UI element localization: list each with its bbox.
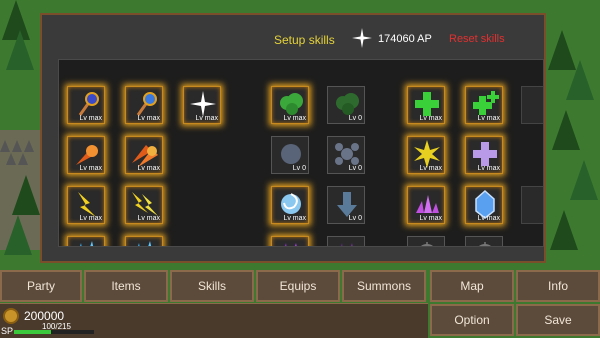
setup-skills-button[interactable]: Setup skills xyxy=(274,33,335,47)
crosshair-icon xyxy=(421,242,433,246)
skill-level: Lv max xyxy=(419,165,442,172)
skill-slot[interactable]: Lv max xyxy=(125,86,163,124)
skill-slot[interactable]: Lv max xyxy=(407,86,445,124)
skills-panel-header: Setup skills 174060 AP Reset skills xyxy=(42,15,544,59)
skill-level: Lv max xyxy=(419,115,442,122)
skill-level: Lv max xyxy=(283,215,306,222)
tree-icon xyxy=(12,175,40,215)
skill-slot[interactable]: Lv max xyxy=(407,136,445,174)
tree-icon xyxy=(6,30,34,70)
spike-trap-icon xyxy=(0,140,10,152)
skill-level: Lv max xyxy=(137,165,160,172)
skill-slot[interactable]: Lv max xyxy=(271,186,309,224)
info-button[interactable]: Info xyxy=(516,270,600,302)
skills-grid: Lv max Lv max Lv max Lv max Lv 0 Lv max … xyxy=(58,59,544,247)
skill-level: Lv max xyxy=(79,215,102,222)
skill-slot[interactable] xyxy=(271,236,309,246)
skill-level: Lv 0 xyxy=(292,165,306,172)
skill-slot[interactable]: Lv 0 xyxy=(271,136,309,174)
skill-slot[interactable] xyxy=(327,236,365,246)
skill-level: Lv max xyxy=(477,115,500,122)
skill-level: Lv max xyxy=(477,215,500,222)
summons-button[interactable]: Summons xyxy=(342,270,426,302)
skill-slot[interactable]: Lv max xyxy=(465,86,503,124)
skill-slot[interactable]: Lv max xyxy=(183,86,221,124)
sp-bar xyxy=(14,330,94,334)
skill-level: Lv max xyxy=(283,115,306,122)
spike-trap-icon xyxy=(18,153,28,165)
ap-value: 174060 AP xyxy=(378,33,432,45)
equips-button[interactable]: Equips xyxy=(256,270,340,302)
dark-spikes-icon xyxy=(284,243,297,246)
skill-slot[interactable] xyxy=(465,236,503,246)
skill-slot[interactable]: Lv max xyxy=(67,136,105,174)
skill-slot[interactable]: Lv 0 xyxy=(327,136,365,174)
skill-slot[interactable]: Lv max xyxy=(67,186,105,224)
sp-bar-fill xyxy=(14,330,52,334)
skill-slot[interactable]: Lv max xyxy=(67,86,105,124)
skill-level: Lv 0 xyxy=(348,115,362,122)
tree-icon xyxy=(570,160,598,200)
skill-slot[interactable]: Lv max xyxy=(465,136,503,174)
skills-panel: Setup skills 174060 AP Reset skills Lv m… xyxy=(40,13,546,263)
sp-label: SP xyxy=(1,326,14,336)
spike-trap-icon xyxy=(12,140,22,152)
crosshair-icon xyxy=(479,242,491,246)
option-button[interactable]: Option xyxy=(430,304,514,336)
skill-slot[interactable] xyxy=(125,236,163,246)
gold-coin-icon xyxy=(3,308,19,324)
map-button[interactable]: Map xyxy=(430,270,514,302)
skill-slot-partial[interactable] xyxy=(521,186,543,224)
skill-slot[interactable]: Lv max xyxy=(125,186,163,224)
skill-slot[interactable]: Lv max xyxy=(271,86,309,124)
skill-level: Lv max xyxy=(195,115,218,122)
skill-slot[interactable]: Lv 0 xyxy=(327,86,365,124)
tree-icon xyxy=(4,215,32,255)
skill-level: Lv max xyxy=(79,165,102,172)
tree-icon xyxy=(552,110,580,150)
tree-icon xyxy=(550,210,578,250)
spike-trap-icon xyxy=(24,140,34,152)
skill-slot-partial[interactable] xyxy=(521,86,543,124)
skill-level: Lv max xyxy=(419,215,442,222)
save-button[interactable]: Save xyxy=(516,304,600,336)
dark-spikes-icon xyxy=(340,243,353,246)
ap-star-icon xyxy=(352,28,372,48)
skill-level: Lv max xyxy=(79,115,102,122)
tree-icon xyxy=(566,60,594,100)
skill-level: Lv max xyxy=(137,215,160,222)
skill-slot[interactable]: Lv max xyxy=(407,186,445,224)
skill-level: Lv max xyxy=(137,115,160,122)
skill-slot[interactable] xyxy=(407,236,445,246)
party-button[interactable]: Party xyxy=(0,270,82,302)
skill-slot[interactable]: Lv 0 xyxy=(327,186,365,224)
ice-spikes-icon xyxy=(138,241,152,246)
skills-button[interactable]: Skills xyxy=(170,270,254,302)
skill-level: Lv max xyxy=(477,165,500,172)
gold-amount: 200000 xyxy=(24,309,65,323)
skill-slot[interactable]: Lv max xyxy=(465,186,503,224)
skill-slot[interactable]: Lv max xyxy=(125,136,163,174)
spike-trap-icon xyxy=(6,153,16,165)
items-button[interactable]: Items xyxy=(84,270,168,302)
ice-spikes-icon xyxy=(80,241,94,246)
skill-slot[interactable] xyxy=(67,236,105,246)
skill-level: Lv 0 xyxy=(348,215,362,222)
skill-level: Lv 0 xyxy=(348,165,362,172)
reset-skills-button[interactable]: Reset skills xyxy=(449,33,505,45)
